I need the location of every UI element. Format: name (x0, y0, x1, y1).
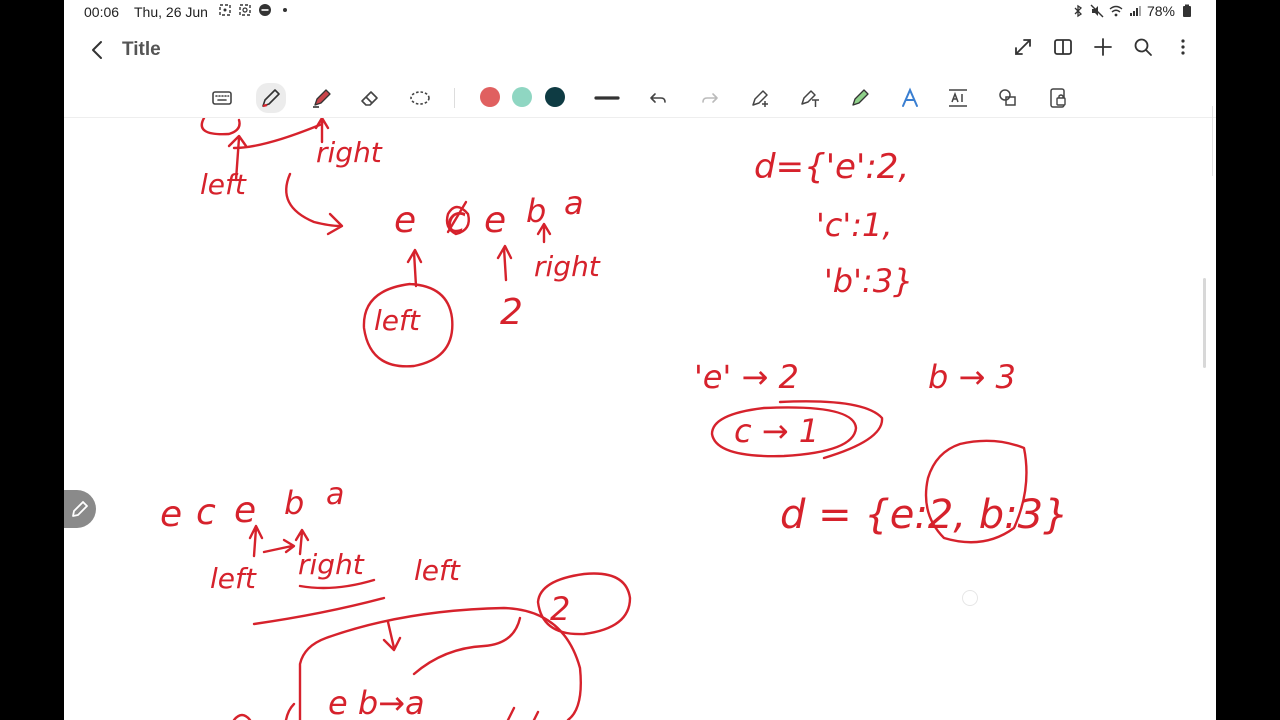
more-options-icon[interactable] (1172, 36, 1194, 58)
ink-bottom-left-label: left (210, 562, 257, 595)
ink-label-right-top: right (316, 136, 383, 169)
ink-map-c: c → 1 (734, 412, 819, 450)
ink-dict-line-3: 'b':3} (824, 262, 913, 300)
pen-to-shape-icon[interactable] (748, 86, 772, 110)
eraser-cursor-indicator (962, 590, 978, 606)
ink-dict-line-1: d={'e':2, (754, 147, 909, 187)
tablet-screen: 00:06 Thu, 26 Jun 78% Title right left e… (64, 0, 1216, 720)
highlighter-icon[interactable] (310, 86, 334, 110)
lasso-icon[interactable] (408, 86, 432, 110)
status-time: 00:06 (84, 4, 120, 20)
note-title-bar: Title (64, 28, 1216, 74)
ink-arrow-up (406, 248, 423, 288)
note-title[interactable]: Title (122, 39, 161, 61)
ink-map-b: b → 3 (928, 358, 1016, 396)
pen-color-swatch-dark-teal[interactable] (545, 87, 565, 107)
add-icon[interactable] (1092, 36, 1114, 58)
eraser-icon[interactable] (358, 86, 382, 110)
ink-curved-arrow (285, 172, 344, 236)
ink-bottom-right-label: right (298, 548, 365, 581)
signal-icon (1129, 6, 1141, 16)
pen-tool-button[interactable] (256, 83, 286, 113)
ink-label-left-top: left (200, 168, 247, 201)
ink-string-bottom-char: a (326, 477, 344, 512)
ink-string-bottom-char: e (160, 494, 182, 535)
text-box-icon[interactable] (946, 86, 970, 110)
ink-dict-result: d = {e:2, b:3} (780, 492, 1069, 538)
green-highlighter-icon[interactable] (848, 86, 872, 110)
title-actions (1012, 36, 1194, 58)
lock-page-icon[interactable] (1046, 86, 1070, 110)
ink-pointer-right: right (534, 250, 601, 283)
ink-string-bottom-char: e (234, 490, 256, 531)
handwriting-layer: right left e c e b a right left 2 d={'e'… (160, 118, 1069, 720)
do-not-disturb-icon (259, 4, 271, 16)
battery-icon (1183, 4, 1191, 17)
search-icon[interactable] (1132, 36, 1154, 58)
ink-dict-line-2: 'c':1, (816, 206, 893, 244)
status-system-icons: 78% (1071, 3, 1194, 19)
ink-underline-long (252, 596, 386, 626)
ink-window-arrow (382, 620, 402, 652)
ink-bottom-two: 2 (550, 590, 570, 628)
ink-map-e: 'e' → 2 (694, 358, 799, 396)
screenshot-icon (219, 4, 231, 16)
ink-string-char: e (484, 200, 506, 241)
shapes-icon[interactable] (996, 86, 1020, 110)
book-view-icon[interactable] (1052, 36, 1074, 58)
pen-color-swatch-red[interactable] (480, 87, 500, 107)
ink-count-two: 2 (500, 292, 523, 333)
note-canvas[interactable]: right left e c e b a right left 2 d={'e'… (64, 106, 1216, 720)
ink-bottom-window: e b→a (328, 684, 425, 720)
undo-icon[interactable] (646, 86, 670, 110)
ink-bottom-left2-label: left (414, 554, 461, 587)
screen-record-icon (239, 4, 251, 16)
pencil-icon (72, 501, 88, 517)
mute-icon (1090, 4, 1104, 18)
ink-string-bottom-char: c (196, 492, 216, 533)
ink-string-bottom-char: b (284, 484, 304, 522)
wifi-icon (1109, 5, 1123, 17)
toolbar-divider (454, 88, 455, 108)
stroke-width-icon[interactable] (594, 86, 620, 110)
keyboard-icon[interactable] (210, 86, 234, 110)
back-arrow-icon[interactable] (86, 38, 110, 62)
pen-to-text-icon[interactable] (798, 86, 822, 110)
ink-top-bracket (200, 118, 324, 150)
status-date: Thu, 26 Jun (134, 4, 208, 20)
pen-icon (262, 89, 280, 108)
bluetooth-icon (1074, 4, 1082, 18)
drawing-toolbar (64, 78, 1216, 118)
text-style-icon[interactable] (898, 86, 922, 110)
status-notification-icons (218, 3, 292, 17)
ink-arrow-right (262, 538, 296, 554)
pen-color-swatch-mint[interactable] (512, 87, 532, 107)
more-notifications-dot-icon (283, 8, 287, 12)
ink-window-curve (412, 616, 522, 676)
fullscreen-icon[interactable] (1012, 36, 1034, 58)
redo-icon[interactable] (698, 86, 722, 110)
ink-string-char: e (394, 200, 416, 241)
battery-percentage: 78% (1146, 3, 1175, 19)
ink-pointer-left: left (374, 304, 421, 337)
status-bar: 00:06 Thu, 26 Jun 78% (64, 0, 1216, 24)
ink-arrow-up (496, 244, 513, 282)
ink-underline (298, 578, 376, 590)
ink-string-char: a (564, 184, 584, 222)
